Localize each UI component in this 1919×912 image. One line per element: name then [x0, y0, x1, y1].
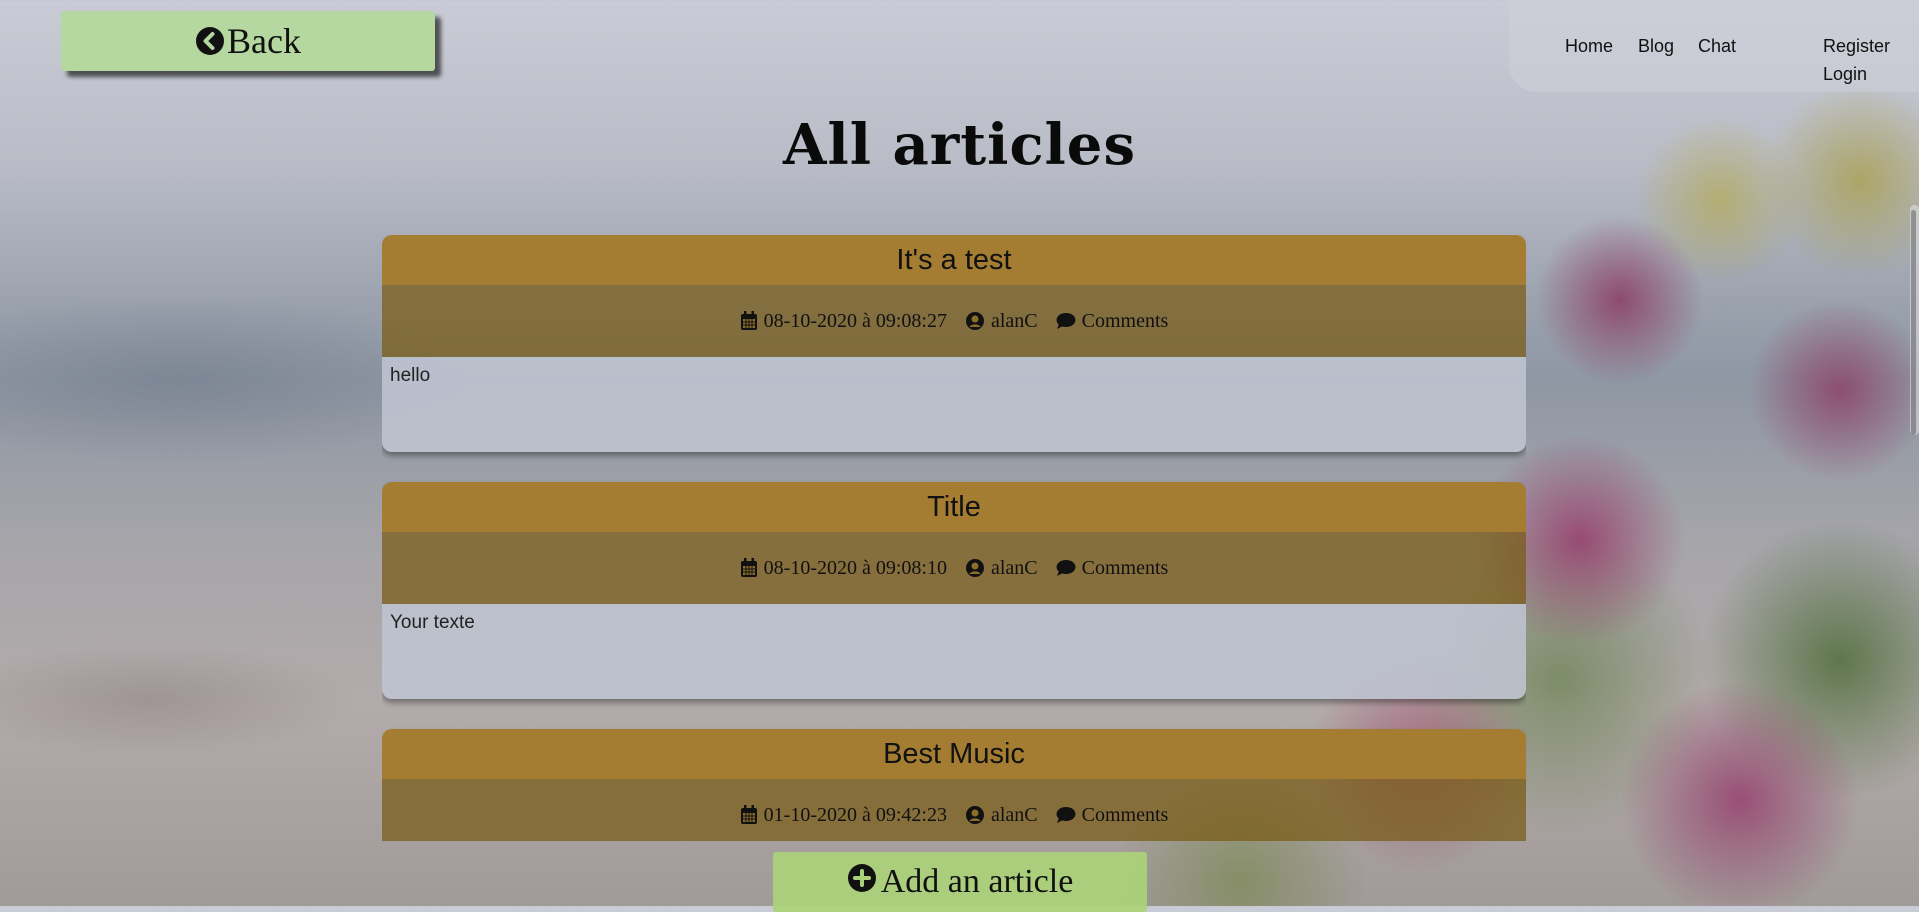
article-comments-link[interactable]: Comments [1056, 310, 1168, 333]
user-circle-icon [965, 558, 985, 578]
article-card: Best Music 01-10-2020 à 09:42:23 alanC C… [382, 729, 1526, 841]
article-date: 08-10-2020 à 09:08:10 [740, 557, 947, 580]
comment-icon [1056, 312, 1076, 330]
nav-register-link[interactable]: Register [1823, 36, 1890, 57]
user-circle-icon [965, 805, 985, 825]
article-date: 01-10-2020 à 09:42:23 [740, 804, 947, 827]
chevron-left-circle-icon [195, 26, 225, 56]
article-title[interactable]: It's a test [382, 235, 1526, 285]
calendar-icon [740, 805, 758, 825]
article-title[interactable]: Best Music [382, 729, 1526, 779]
article-list: It's a test 08-10-2020 à 09:08:27 alanC … [382, 235, 1526, 841]
article-author: alanC [965, 557, 1038, 580]
article-author: alanC [965, 310, 1038, 333]
top-nav: Home Blog Chat Register Login [1509, 0, 1919, 92]
calendar-icon [740, 311, 758, 331]
nav-blog-link[interactable]: Blog [1638, 36, 1674, 57]
scrollbar-thumb[interactable] [1911, 210, 1916, 435]
article-body: Your texte [382, 604, 1526, 699]
user-circle-icon [965, 311, 985, 331]
page-title: All articles [783, 112, 1136, 178]
article-author: alanC [965, 804, 1038, 827]
article-card: Title 08-10-2020 à 09:08:10 alanC Commen… [382, 482, 1526, 699]
article-card: It's a test 08-10-2020 à 09:08:27 alanC … [382, 235, 1526, 452]
nav-home-link[interactable]: Home [1565, 36, 1613, 57]
article-date: 08-10-2020 à 09:08:27 [740, 310, 947, 333]
article-meta: 08-10-2020 à 09:08:10 alanC Comments [382, 532, 1526, 604]
comment-icon [1056, 806, 1076, 824]
article-comments-link[interactable]: Comments [1056, 557, 1168, 580]
comment-icon [1056, 559, 1076, 577]
add-article-button[interactable]: Add an article [773, 852, 1147, 912]
nav-login-link[interactable]: Login [1823, 64, 1867, 85]
article-comments-link[interactable]: Comments [1056, 804, 1168, 827]
back-button-label: Back [227, 21, 301, 61]
article-meta: 08-10-2020 à 09:08:27 alanC Comments [382, 285, 1526, 357]
add-article-label: Add an article [880, 863, 1074, 900]
article-meta: 01-10-2020 à 09:42:23 alanC Comments [382, 779, 1526, 841]
back-button[interactable]: Back [61, 11, 435, 71]
article-body: hello [382, 357, 1526, 452]
nav-chat-link[interactable]: Chat [1698, 36, 1736, 57]
article-title[interactable]: Title [382, 482, 1526, 532]
calendar-icon [740, 558, 758, 578]
plus-circle-icon [847, 863, 877, 902]
